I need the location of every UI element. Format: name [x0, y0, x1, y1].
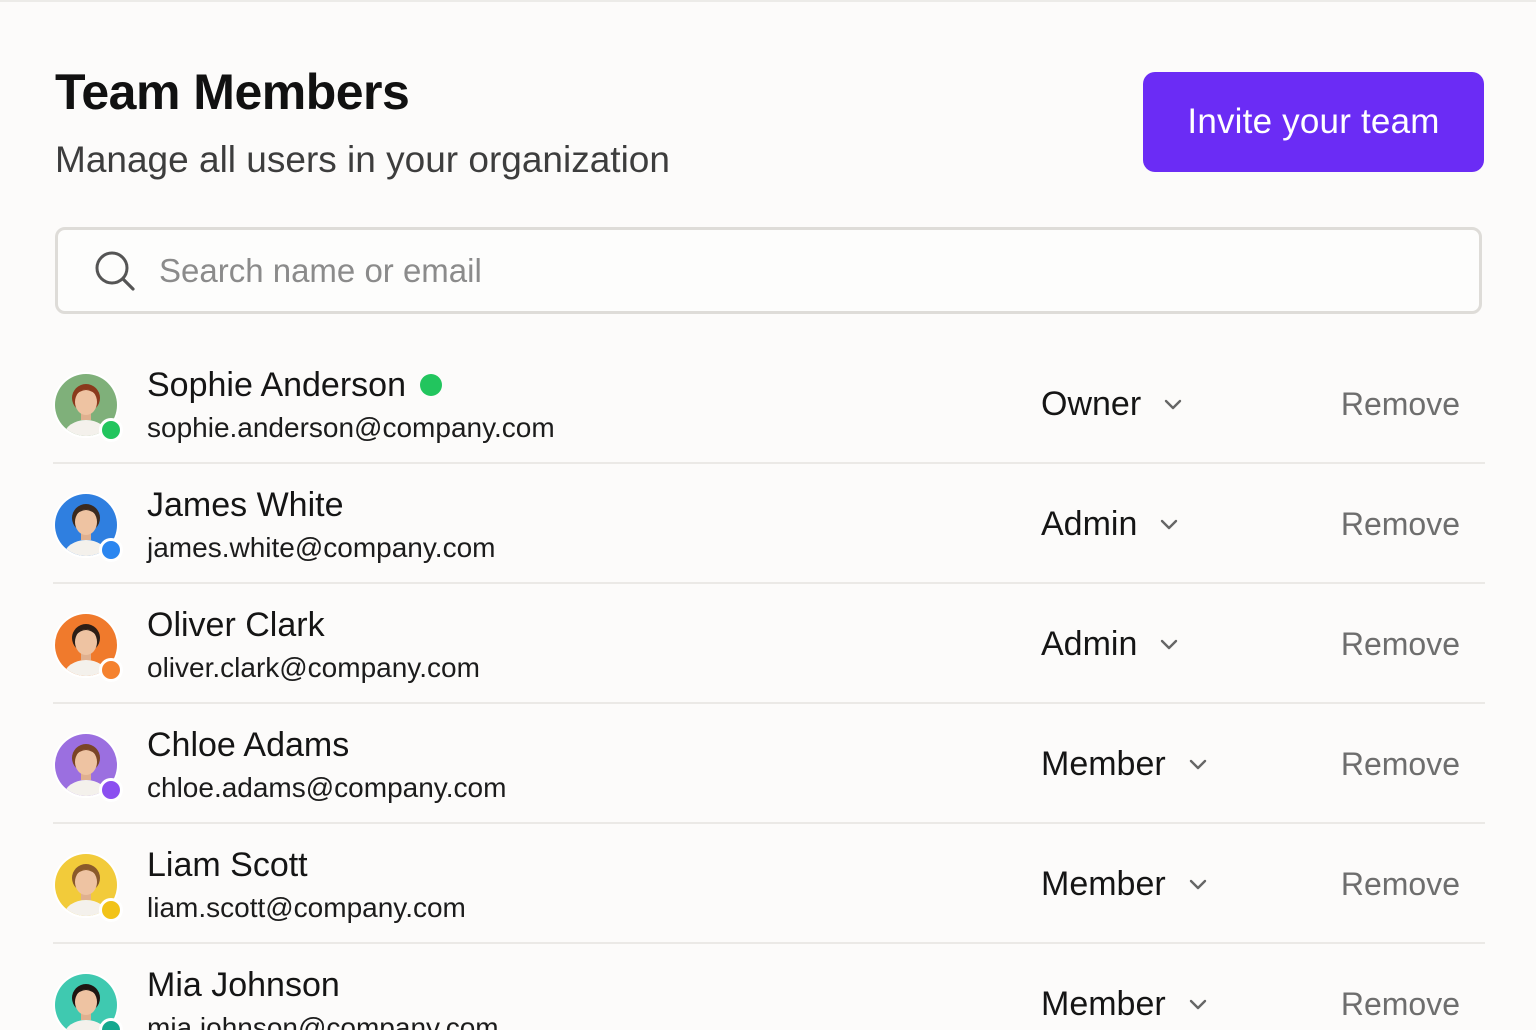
status-indicator — [99, 658, 123, 682]
page-header: Team Members Manage all users in your or… — [55, 62, 670, 184]
remove-button[interactable]: Remove — [1341, 504, 1460, 544]
remove-button[interactable]: Remove — [1341, 624, 1460, 664]
role-label: Member — [1041, 985, 1166, 1023]
member-email: sophie.anderson@company.com — [147, 412, 555, 443]
page-subtitle: Manage all users in your organization — [55, 139, 670, 180]
status-indicator — [99, 1018, 123, 1030]
team-members-panel: Team Members Manage all users in your or… — [0, 0, 1536, 1030]
avatar — [53, 492, 123, 562]
member-list: Sophie Anderson sophie.anderson@company.… — [53, 344, 1485, 1030]
remove-button[interactable]: Remove — [1341, 744, 1460, 784]
chevron-down-icon — [1186, 752, 1210, 776]
member-row-3: Oliver Clark oliver.clark@company.com Ad… — [53, 584, 1485, 704]
role-label: Owner — [1041, 385, 1142, 423]
member-row-6: Mia Johnson mia.johnson@company.com Memb… — [53, 944, 1485, 1030]
role-label: Admin — [1041, 505, 1138, 543]
search-icon — [93, 249, 137, 293]
role-dropdown[interactable]: Admin — [1041, 622, 1181, 666]
status-indicator — [99, 778, 123, 802]
avatar — [53, 612, 123, 682]
member-name: Chloe Adams — [147, 726, 350, 764]
avatar — [53, 972, 123, 1030]
role-label: Member — [1041, 865, 1166, 903]
invite-team-button[interactable]: Invite your team — [1143, 72, 1484, 172]
member-email: james.white@company.com — [147, 532, 496, 563]
role-dropdown[interactable]: Member — [1041, 742, 1210, 786]
role-dropdown[interactable]: Admin — [1041, 502, 1181, 546]
page-title: Team Members — [55, 64, 410, 120]
member-email: mia.johnson@company.com — [147, 1012, 499, 1030]
avatar — [53, 372, 123, 442]
chevron-down-icon — [1157, 632, 1181, 656]
chevron-down-icon — [1186, 872, 1210, 896]
member-row-2: James White james.white@company.com Admi… — [53, 464, 1485, 584]
remove-button[interactable]: Remove — [1341, 384, 1460, 424]
status-indicator — [99, 538, 123, 562]
role-dropdown[interactable]: Member — [1041, 862, 1210, 906]
member-email: oliver.clark@company.com — [147, 652, 480, 683]
member-name: Liam Scott — [147, 846, 308, 884]
member-name: James White — [147, 486, 344, 524]
search-box[interactable] — [55, 227, 1482, 314]
member-row-4: Chloe Adams chloe.adams@company.com Memb… — [53, 704, 1485, 824]
chevron-down-icon — [1157, 512, 1181, 536]
member-email: chloe.adams@company.com — [147, 772, 507, 803]
status-indicator — [99, 418, 123, 442]
remove-button[interactable]: Remove — [1341, 984, 1460, 1024]
status-indicator — [99, 898, 123, 922]
remove-button[interactable]: Remove — [1341, 864, 1460, 904]
online-indicator — [419, 374, 442, 396]
avatar — [53, 852, 123, 922]
member-name: Oliver Clark — [147, 606, 325, 644]
search-input[interactable] — [159, 251, 1359, 290]
role-label: Member — [1041, 745, 1166, 783]
member-row-1: Sophie Anderson sophie.anderson@company.… — [53, 344, 1485, 464]
avatar — [53, 732, 123, 802]
member-email: liam.scott@company.com — [147, 892, 466, 923]
role-dropdown[interactable]: Member — [1041, 982, 1210, 1026]
chevron-down-icon — [1186, 992, 1210, 1016]
member-row-5: Liam Scott liam.scott@company.com Member… — [53, 824, 1485, 944]
member-name: Mia Johnson — [147, 966, 340, 1004]
member-name: Sophie Anderson — [147, 366, 406, 404]
role-label: Admin — [1041, 625, 1138, 663]
chevron-down-icon — [1161, 392, 1185, 416]
role-dropdown[interactable]: Owner — [1041, 382, 1185, 426]
